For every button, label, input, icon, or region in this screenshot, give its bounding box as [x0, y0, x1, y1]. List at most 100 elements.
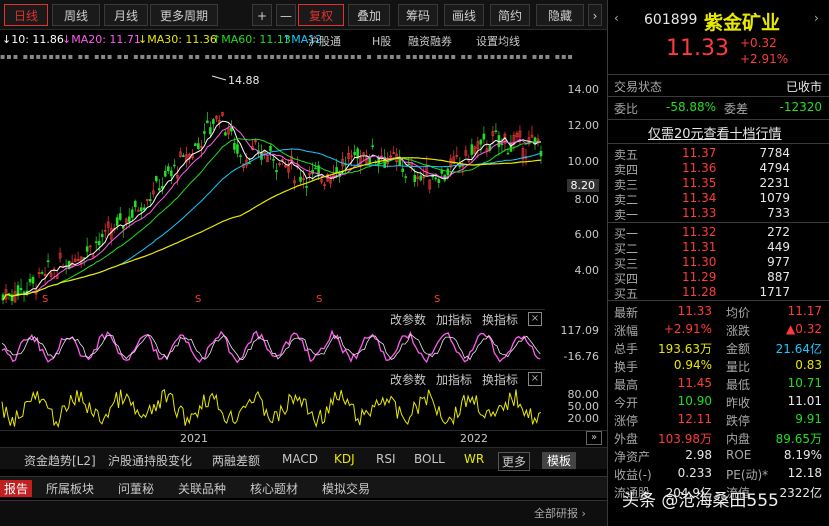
adjust-dropdown[interactable]: 复权 — [298, 4, 344, 26]
switch-indicator-link[interactable]: 换指标 — [482, 371, 518, 388]
quote-row: 涨幅 +2.91% 涨跌 ▲0.32 — [608, 321, 829, 339]
indicator1-header: 改参数 加指标 换指标 × — [0, 309, 545, 327]
y-tick: 14.00 — [567, 83, 600, 96]
indicator2-axis: 80.00 50.00 20.00 — [545, 388, 607, 428]
candle-body — [40, 272, 44, 274]
zoom-in-button[interactable]: + — [252, 4, 272, 26]
candle-body — [272, 159, 275, 161]
candle-body — [154, 176, 158, 182]
forward-icon[interactable]: › — [814, 11, 819, 25]
candle-body — [224, 132, 227, 136]
candle-body — [506, 152, 510, 155]
candle-body — [85, 246, 89, 252]
quote-label: ROE — [726, 448, 752, 462]
ma10-value: ↓10: 11.86 — [2, 33, 64, 46]
quote-label: 量比 — [726, 360, 751, 374]
watermark-text: 头条 @沧海桑田555 — [622, 491, 779, 511]
indicator2-chart — [1, 388, 542, 429]
candle-body — [275, 170, 278, 173]
tab-daily[interactable]: 日线 — [4, 4, 48, 26]
zoom-out-button[interactable]: — — [276, 4, 296, 26]
sell-volume: 7784 — [759, 146, 790, 160]
buy-volume: 977 — [767, 255, 790, 269]
candle-body — [173, 164, 176, 167]
tab-ask-secretary[interactable]: 问董秘 — [118, 480, 154, 497]
sell-price: 11.34 — [682, 191, 717, 205]
more-indicators-button[interactable]: 更多 — [498, 452, 531, 471]
level2-link[interactable]: 仅需20元查看十档行情 — [648, 123, 782, 142]
tab-core-theme[interactable]: 核心题材 — [250, 480, 298, 497]
tab-weekly[interactable]: 周线 — [52, 4, 100, 26]
buy-price: 11.28 — [682, 285, 717, 299]
link-margin[interactable]: 融资融券 — [408, 33, 452, 49]
quote-label: 今开 — [614, 396, 639, 410]
back-icon[interactable]: ‹ — [614, 11, 619, 25]
tab-rsi[interactable]: RSI — [376, 452, 396, 466]
sell-marker: S — [195, 294, 201, 305]
tab-margin-diff[interactable]: 两融差额 — [212, 452, 260, 469]
weicha-value: -12320 — [779, 100, 822, 114]
quote-value: 12.11 — [677, 412, 712, 426]
candle-body — [236, 144, 239, 154]
tab-fund-trend[interactable]: 资金趋势[L2] — [24, 452, 96, 469]
candle-body — [233, 143, 236, 150]
tab-wr[interactable]: WR — [464, 452, 484, 466]
tab-kdj[interactable]: KDJ — [334, 452, 355, 466]
candle-body — [97, 240, 101, 246]
candle-body — [371, 145, 374, 148]
link-hk-connect[interactable]: 沪股通 — [308, 33, 341, 49]
status-bar: 全部研报 › — [0, 500, 607, 526]
hide-button[interactable]: 隐藏 — [536, 4, 584, 26]
candle-body — [419, 175, 423, 181]
sell-price: 11.36 — [682, 161, 717, 175]
candle-body — [482, 133, 486, 140]
close-icon[interactable]: × — [528, 372, 542, 386]
kline-chart[interactable]: 14.88 S S S S — [0, 62, 545, 305]
chip-button[interactable]: 筹码 — [398, 4, 438, 26]
candle-body — [160, 186, 164, 189]
close-icon[interactable]: × — [528, 312, 542, 326]
edit-params-link[interactable]: 改参数 — [390, 371, 426, 388]
expand-icon[interactable]: › — [588, 4, 602, 26]
overlay-dropdown[interactable]: 叠加 — [348, 4, 390, 26]
template-button[interactable]: 模板 — [542, 452, 577, 469]
scroll-right-icon[interactable]: » — [586, 431, 602, 445]
tab-sector[interactable]: 所属板块 — [46, 480, 94, 497]
tab-report[interactable]: 报告 — [0, 480, 33, 497]
quote-value: 12.18 — [787, 466, 822, 480]
add-indicator-link[interactable]: 加指标 — [436, 371, 472, 388]
candle-body — [494, 130, 498, 132]
quote-value: 10.90 — [677, 394, 712, 408]
quote-row: 换手 0.94% 量比 0.83 — [608, 357, 829, 375]
quote-value: 8.19% — [783, 448, 822, 462]
tab-macd[interactable]: MACD — [282, 452, 318, 466]
quote-label: 涨停 — [614, 414, 639, 428]
tab-sim-trade[interactable]: 模拟交易 — [322, 480, 370, 497]
quote-value: 11.17 — [787, 304, 822, 318]
candle-body — [299, 176, 302, 182]
quote-label: 最新 — [614, 306, 639, 320]
more-periods-dropdown[interactable]: 更多周期 — [150, 4, 218, 26]
tab-hk-holdings[interactable]: 沪股通持股变化 — [108, 452, 192, 469]
candle-body — [500, 143, 504, 146]
simple-mode-button[interactable]: 简约 — [490, 4, 530, 26]
link-ma-settings[interactable]: 设置均线 — [476, 33, 520, 49]
quote-value: 0.233 — [677, 466, 712, 480]
status-label: 交易状态 — [614, 80, 663, 94]
candle-body — [212, 119, 215, 124]
tab-boll[interactable]: BOLL — [414, 452, 445, 466]
tab-monthly[interactable]: 月线 — [104, 4, 148, 26]
tab-related[interactable]: 关联品种 — [178, 480, 226, 497]
sell-marker: S — [434, 294, 440, 305]
all-reports-link[interactable]: 全部研报 › — [534, 505, 586, 521]
sell-marker: S — [42, 294, 48, 305]
sell-price: 11.35 — [682, 176, 717, 190]
quote-panel: ‹ 601899 紫金矿业 › 11.33 +0.32 +2.91% 交易状态 … — [607, 0, 829, 526]
candle-body — [407, 163, 411, 166]
draw-line-button[interactable]: 画线 — [444, 4, 484, 26]
quote-row: 最高 11.45 最低 10.71 — [608, 375, 829, 393]
sell-row[interactable]: 卖一 11.33 733 — [608, 205, 829, 223]
candlesticks — [1, 111, 543, 305]
link-h-share[interactable]: H股 — [372, 33, 391, 49]
sell-volume: 4794 — [759, 161, 790, 175]
